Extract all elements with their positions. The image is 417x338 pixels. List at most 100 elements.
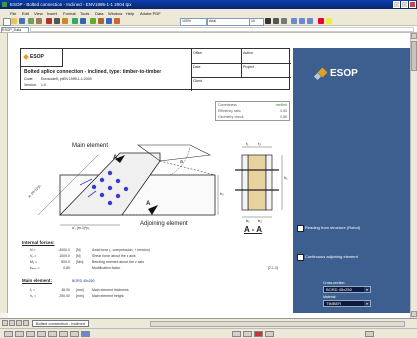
vertical-scrollbar[interactable] [410, 33, 417, 318]
open-icon[interactable] [11, 18, 17, 24]
maximize-icon[interactable] [401, 1, 408, 8]
title-bar: ESOP - Bolted connection - Inclined - EN… [0, 0, 417, 9]
section-right [265, 154, 273, 211]
horizontal-scrollbar[interactable] [150, 321, 405, 327]
underline-icon[interactable] [281, 18, 287, 24]
preview-icon[interactable] [36, 18, 42, 24]
sort-icon[interactable] [98, 18, 104, 24]
menu-tools[interactable]: Tools [80, 11, 89, 16]
menu-bar: File Edit View Insert Format Tools Data … [0, 9, 417, 16]
menu-window[interactable]: Window [108, 11, 122, 16]
arrow-icon[interactable] [48, 331, 57, 337]
menu-format[interactable]: Format [63, 11, 76, 16]
version-label: Version: [24, 83, 37, 87]
redo-icon[interactable] [80, 18, 86, 24]
result-value: 0.86 [280, 115, 287, 119]
drawing-icon[interactable] [114, 18, 120, 24]
fill-color-icon[interactable] [326, 18, 332, 24]
align-left-icon[interactable] [291, 18, 297, 24]
dim-b2-label: b₂ [258, 218, 262, 223]
dim-t2-label: t₂ [258, 141, 261, 146]
fill-icon[interactable] [232, 331, 241, 337]
cross-section-label: Cross-section [323, 281, 345, 285]
first-sheet-icon[interactable] [2, 320, 8, 326]
select-icon[interactable] [15, 331, 24, 337]
brand-panel: ESOP Reading from structure (Robot) Cont… [293, 48, 410, 313]
reading-from-structure-checkbox[interactable] [297, 225, 304, 232]
force-row: N = -4000.0 [N] Axial force (- compressi… [30, 248, 150, 252]
align-right-icon[interactable] [307, 18, 313, 24]
chevron-down-icon: ▼ [364, 287, 370, 292]
header-title: Bolted splice connection - inclined, typ… [24, 69, 162, 75]
results-box: Correctness verified Efficiency ratio 0.… [215, 101, 290, 121]
formula-bar: ESOP_Data [0, 26, 417, 34]
dim-t1-label: t₁ [246, 141, 249, 146]
print-icon[interactable] [28, 18, 34, 24]
font-color-icon[interactable] [318, 18, 324, 24]
next-sheet-icon[interactable] [16, 320, 22, 326]
last-sheet-icon[interactable] [23, 320, 29, 326]
save-icon[interactable] [19, 18, 25, 24]
font-select[interactable]: Arial [207, 18, 250, 26]
adjoining-element-label: Adjoining element [140, 221, 188, 227]
menu-help[interactable]: Help [126, 11, 134, 16]
close-icon[interactable] [409, 1, 416, 8]
main-element-label: Main element [72, 143, 109, 149]
code-value: Eurocode5, prEN 1995-1-1:2003 [41, 77, 92, 81]
main-element-section[interactable]: BORD 45x250 [72, 279, 95, 283]
formula-input[interactable] [30, 27, 414, 32]
cut-icon[interactable] [46, 18, 52, 24]
line-color-icon[interactable] [243, 331, 252, 337]
sheet-tab-bar: Bolted connection - inclined [0, 318, 417, 328]
oval-icon[interactable] [70, 331, 79, 337]
undo-icon[interactable] [72, 18, 78, 24]
scroll-thumb[interactable] [411, 41, 417, 71]
scroll-up-icon[interactable] [411, 33, 417, 39]
rectangle-icon[interactable] [59, 331, 68, 337]
paste-icon[interactable] [62, 18, 68, 24]
code-label: Code: [24, 77, 34, 81]
autoshapes-icon[interactable] [26, 331, 35, 337]
material-dropdown[interactable]: TIMBER ▼ [323, 300, 371, 307]
row-headers [0, 33, 8, 313]
menu-data[interactable]: Data [95, 11, 103, 16]
draw-icon[interactable] [4, 331, 13, 337]
zoom-select[interactable]: 100% [180, 18, 207, 26]
line-style-icon[interactable] [265, 331, 274, 337]
force-row: Mᵧ = 500.0 [Nm] Bending moment about the… [30, 260, 144, 264]
textbox-icon[interactable] [81, 331, 90, 337]
menu-edit[interactable]: Edit [22, 11, 29, 16]
clause-reference: [2.1.3] [268, 266, 278, 270]
menu-adobe-pdf[interactable]: Adobe PDF [140, 11, 161, 16]
header-logo-text: ESOP [30, 54, 44, 60]
continuous-adjoining-checkbox[interactable] [297, 254, 304, 261]
force-row: Vᵧ = 1000.0 [N] Shear force about the z … [30, 254, 136, 258]
align-center-icon[interactable] [299, 18, 305, 24]
menu-file[interactable]: File [10, 11, 16, 16]
result-label: Efficiency ratio [218, 109, 241, 113]
font-color-draw-icon[interactable] [254, 331, 263, 337]
copy-icon[interactable] [54, 18, 60, 24]
alpha-label: a [180, 159, 183, 165]
scroll-down-icon[interactable] [411, 311, 417, 317]
new-icon[interactable] [3, 18, 11, 26]
sum-icon[interactable] [90, 18, 96, 24]
italic-icon[interactable] [273, 18, 279, 24]
font-size-select[interactable]: 10 [249, 18, 264, 26]
minimize-icon[interactable] [393, 1, 400, 8]
force-row: kₘₒₑ = 0.80 Modification factor [30, 266, 121, 270]
bold-icon[interactable] [265, 18, 271, 24]
menu-insert[interactable]: Insert [47, 11, 57, 16]
result-label: Correctness [218, 103, 237, 107]
cross-section-dropdown[interactable]: BORD 45x250 ▼ [323, 286, 371, 293]
chart-icon[interactable] [106, 18, 112, 24]
line-icon[interactable] [37, 331, 46, 337]
element-row: h₁ = 250.00 [mm] Main element height [30, 294, 124, 298]
sheet-tab[interactable]: Bolted connection - inclined [32, 320, 89, 327]
menu-view[interactable]: View [34, 11, 43, 16]
prev-sheet-icon[interactable] [9, 320, 15, 326]
client-label: Client [193, 79, 202, 83]
chevron-down-icon: ▼ [364, 301, 370, 306]
section-middle [247, 154, 267, 211]
dim-h2-label: h₂ [220, 191, 224, 196]
